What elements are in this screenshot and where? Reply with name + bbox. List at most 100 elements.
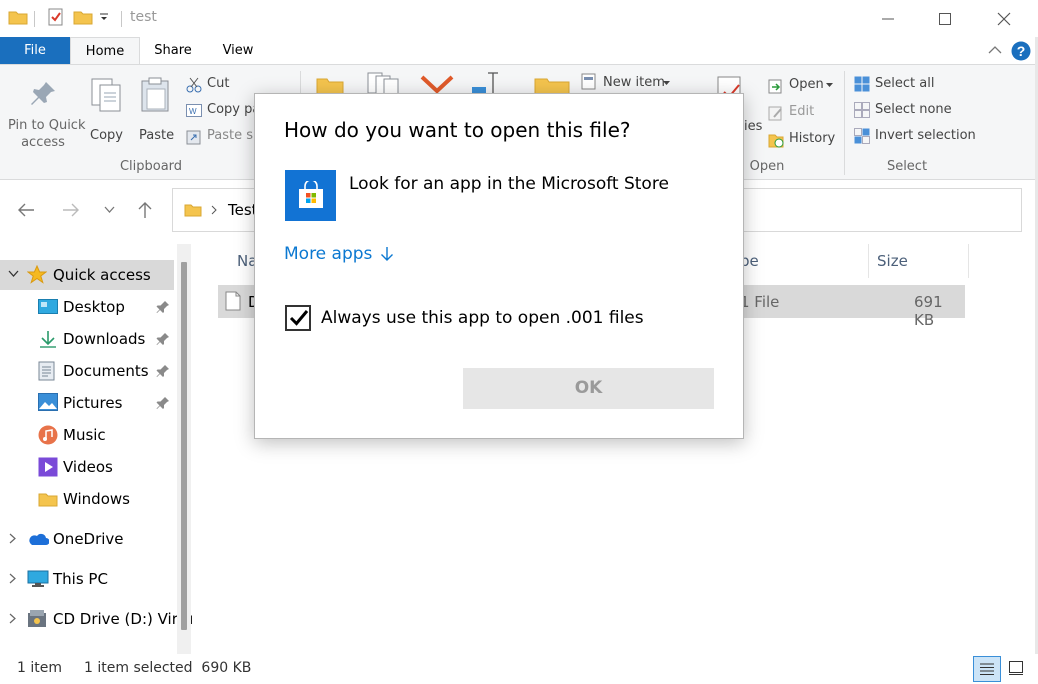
- select-group-label: Select: [886, 159, 928, 174]
- always-use-label[interactable]: Always use this app to open .001 files: [321, 308, 644, 328]
- up-icon[interactable]: [137, 201, 153, 219]
- store-option-label: Look for an app in the Microsoft Store: [349, 174, 669, 194]
- open-with-dialog: How do you want to open this file? Look …: [254, 93, 744, 439]
- collapse-ribbon-icon[interactable]: [988, 45, 1002, 55]
- tab-home[interactable]: Home: [70, 37, 140, 65]
- pin-icon[interactable]: [156, 332, 170, 346]
- nav-item-pictures[interactable]: Pictures: [0, 388, 174, 418]
- history-button[interactable]: History: [768, 130, 838, 150]
- folder-icon: [38, 491, 58, 507]
- copy-button[interactable]: Copy: [84, 75, 128, 155]
- pin-icon[interactable]: [156, 396, 170, 410]
- nav-item-label: Videos: [63, 458, 113, 476]
- column-header-size[interactable]: Size: [877, 252, 908, 270]
- music-icon: [38, 425, 58, 445]
- nav-item-label: Desktop: [63, 298, 125, 316]
- arrow-down-icon: [380, 246, 394, 262]
- pin-icon: [28, 79, 58, 109]
- status-selection: 1 item selected 690 KB: [84, 660, 252, 676]
- more-apps-link[interactable]: More apps: [284, 244, 394, 264]
- open-button[interactable]: Open: [768, 76, 842, 96]
- edit-icon: [768, 105, 784, 121]
- back-icon[interactable]: [17, 202, 35, 218]
- paste-button[interactable]: Paste: [135, 75, 175, 155]
- minimize-button[interactable]: [859, 0, 917, 37]
- ok-button[interactable]: OK: [463, 368, 714, 409]
- ribbon-tabs: File Home Share View ?: [0, 37, 1038, 65]
- folder-icon: [8, 9, 28, 25]
- nav-item-label: Pictures: [63, 394, 123, 412]
- tab-file[interactable]: File: [0, 37, 70, 65]
- large-icons-view-button[interactable]: [1004, 656, 1030, 682]
- divider: [121, 11, 122, 27]
- navigation-pane: Quick access Desktop Downloads Documents…: [0, 246, 193, 654]
- minimize-icon: [882, 18, 894, 19]
- nav-item-desktop[interactable]: Desktop: [0, 292, 174, 322]
- folder-icon: [184, 203, 202, 217]
- nav-item-windows[interactable]: Windows: [0, 484, 174, 514]
- open-group-label: Open: [749, 159, 785, 174]
- customize-toolbar-chevron-icon[interactable]: [99, 12, 109, 22]
- desktop-icon: [38, 299, 58, 315]
- nav-item-downloads[interactable]: Downloads: [0, 324, 174, 354]
- pin-icon[interactable]: [156, 364, 170, 378]
- new-item-button[interactable]: New item: [580, 73, 680, 93]
- cd-drive-icon: [27, 609, 47, 629]
- pictures-icon: [38, 393, 58, 411]
- select-none-icon: [854, 102, 870, 118]
- close-button[interactable]: [975, 0, 1033, 37]
- copy-path-label: Copy pa: [207, 102, 261, 117]
- nav-item-label: Music: [63, 426, 106, 444]
- divider: [968, 244, 969, 278]
- always-use-checkbox[interactable]: [285, 305, 311, 331]
- cloud-icon: [27, 532, 49, 546]
- history-label: History: [789, 131, 836, 146]
- new-folder-quick-icon[interactable]: [73, 9, 93, 25]
- chevron-right-icon: [9, 573, 16, 584]
- forward-icon[interactable]: [62, 202, 80, 218]
- paste-shortcut-button[interactable]: Paste sh: [186, 127, 261, 147]
- edit-button[interactable]: Edit: [768, 103, 828, 123]
- nav-network-partial[interactable]: [0, 644, 174, 654]
- nav-item-documents[interactable]: Documents: [0, 356, 174, 386]
- new-item-label: New item: [603, 75, 665, 90]
- svg-text:W: W: [189, 107, 197, 116]
- nav-quick-access-label: Quick access: [53, 266, 151, 284]
- recent-locations-chevron-icon[interactable]: [104, 206, 115, 214]
- pin-to-quick-access-button[interactable]: Pin to Quick access: [6, 75, 85, 155]
- chevron-right-icon: [9, 533, 16, 544]
- nav-item-videos[interactable]: Videos: [0, 452, 174, 482]
- tab-share[interactable]: Share: [140, 37, 206, 65]
- nav-scrollbar[interactable]: [177, 244, 191, 654]
- help-icon[interactable]: ?: [1011, 41, 1031, 61]
- title-bar: test: [0, 0, 1038, 37]
- nav-this-pc[interactable]: This PC: [0, 564, 174, 594]
- nav-scrollbar-thumb[interactable]: [181, 262, 187, 630]
- nav-quick-access[interactable]: Quick access: [0, 260, 174, 290]
- invert-selection-button[interactable]: Invert selection: [854, 127, 976, 147]
- properties-quick-icon[interactable]: [47, 8, 65, 26]
- nav-item-music[interactable]: Music: [0, 420, 174, 450]
- select-none-button[interactable]: Select none: [854, 101, 954, 121]
- invert-selection-label: Invert selection: [875, 128, 976, 143]
- nav-cd-drive[interactable]: CD Drive (D:) Virtu: [0, 604, 193, 634]
- maximize-button[interactable]: [916, 0, 974, 37]
- select-all-icon: [854, 76, 870, 92]
- nav-onedrive[interactable]: OneDrive: [0, 524, 174, 554]
- pin-icon[interactable]: [156, 300, 170, 314]
- star-icon: [27, 265, 47, 284]
- select-all-button[interactable]: Select all: [854, 75, 954, 95]
- details-view-button[interactable]: [973, 656, 1001, 682]
- window-title: test: [130, 9, 157, 25]
- delete-icon[interactable]: [420, 75, 454, 95]
- cut-button[interactable]: Cut: [186, 75, 256, 95]
- paste-shortcut-icon: [186, 129, 202, 145]
- tab-view[interactable]: View: [206, 37, 270, 65]
- microsoft-store-option[interactable]: Look for an app in the Microsoft Store: [283, 168, 723, 224]
- scissors-icon: [186, 77, 202, 93]
- open-label: Open: [789, 77, 824, 92]
- rename-icon[interactable]: [470, 71, 510, 95]
- checkmark-icon: [289, 309, 309, 327]
- copy-path-button[interactable]: W Copy pa: [186, 101, 260, 121]
- pin-label-line2: access: [21, 135, 65, 150]
